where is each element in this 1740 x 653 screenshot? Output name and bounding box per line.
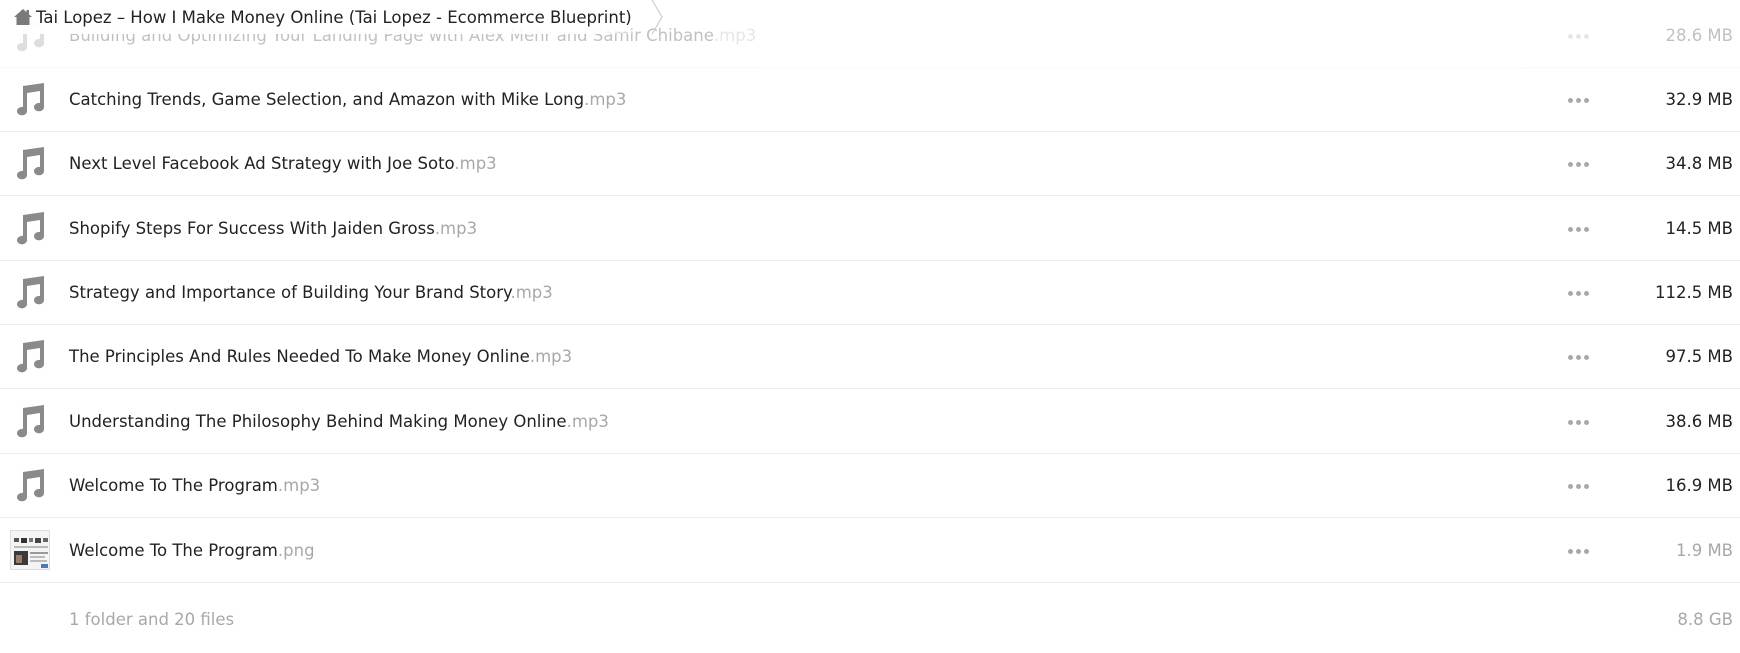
file-extension: .mp3 — [510, 283, 553, 302]
file-size: 28.6 MB — [1665, 26, 1733, 45]
file-size: 112.5 MB — [1654, 283, 1733, 302]
file-name[interactable]: Understanding The Philosophy Behind Maki… — [69, 390, 609, 454]
file-extension: .mp3 — [529, 347, 573, 366]
file-name[interactable]: Catching Trends, Game Selection, and Ama… — [69, 68, 626, 132]
file-name[interactable]: Welcome To The Program.mp3 — [69, 454, 320, 518]
file-row[interactable]: Next Level Facebook Ad Strategy with Joe… — [0, 132, 1740, 196]
file-name[interactable]: The Principles And Rules Needed To Make … — [69, 325, 572, 389]
file-size: 34.8 MB — [1665, 154, 1733, 173]
file-row[interactable]: Welcome To The Program.png 1.9 MB — [0, 519, 1740, 583]
file-size: 32.9 MB — [1665, 90, 1733, 109]
file-name[interactable]: Shopify Steps For Success With Jaiden Gr… — [69, 197, 477, 261]
more-options-button[interactable] — [1562, 476, 1594, 496]
file-size: 14.5 MB — [1665, 219, 1733, 238]
file-extension: .mp3 — [713, 26, 757, 45]
file-size: 1.9 MB — [1675, 541, 1733, 560]
more-options-button[interactable] — [1562, 347, 1594, 367]
file-row[interactable]: Strategy and Importance of Building Your… — [0, 261, 1740, 325]
more-options-button[interactable] — [1562, 412, 1594, 432]
summary-total-size: 8.8 GB — [1677, 610, 1733, 629]
music-note-icon — [17, 276, 45, 309]
more-options-button[interactable] — [1562, 154, 1594, 174]
file-row[interactable]: Welcome To The Program.mp3 16.9 MB — [0, 454, 1740, 518]
file-extension: .mp3 — [566, 412, 609, 431]
breadcrumb-folder-link[interactable]: Tai Lopez – How I Make Money Online (Tai… — [36, 8, 650, 27]
more-options-button[interactable] — [1562, 283, 1594, 303]
music-note-icon — [17, 147, 45, 180]
home-icon[interactable] — [13, 7, 33, 27]
file-name[interactable]: Next Level Facebook Ad Strategy with Joe… — [69, 132, 497, 196]
music-note-icon — [17, 405, 45, 438]
more-options-button[interactable] — [1562, 541, 1594, 561]
file-size: 16.9 MB — [1665, 476, 1733, 495]
file-size: 38.6 MB — [1665, 412, 1733, 431]
file-name[interactable]: Strategy and Importance of Building Your… — [69, 261, 553, 325]
file-extension: .mp3 — [454, 154, 497, 173]
file-name[interactable]: Welcome To The Program.png — [69, 519, 315, 583]
breadcrumb-separator-icon — [651, 0, 663, 34]
image-thumbnail — [10, 530, 50, 570]
file-extension: .mp3 — [277, 476, 321, 495]
music-note-icon — [17, 340, 45, 373]
music-note-icon — [17, 83, 45, 116]
music-note-icon — [17, 469, 45, 502]
music-note-icon — [17, 212, 45, 245]
file-list-summary: 1 folder and 20 files 8.8 GB — [0, 596, 1740, 646]
more-options-button[interactable] — [1562, 219, 1594, 239]
file-extension: .mp3 — [584, 90, 627, 109]
file-row[interactable]: Shopify Steps For Success With Jaiden Gr… — [0, 197, 1740, 261]
breadcrumb: Tai Lopez – How I Make Money Online (Tai… — [0, 0, 664, 34]
summary-count: 1 folder and 20 files — [69, 610, 235, 629]
file-extension: .png — [277, 541, 315, 560]
file-row[interactable]: Catching Trends, Game Selection, and Ama… — [0, 68, 1740, 132]
file-extension: .mp3 — [434, 219, 478, 238]
file-row[interactable]: Understanding The Philosophy Behind Maki… — [0, 390, 1740, 454]
more-options-button[interactable] — [1562, 26, 1594, 46]
more-options-button[interactable] — [1562, 90, 1594, 110]
file-size: 97.5 MB — [1665, 347, 1733, 366]
file-row[interactable]: The Principles And Rules Needed To Make … — [0, 325, 1740, 389]
